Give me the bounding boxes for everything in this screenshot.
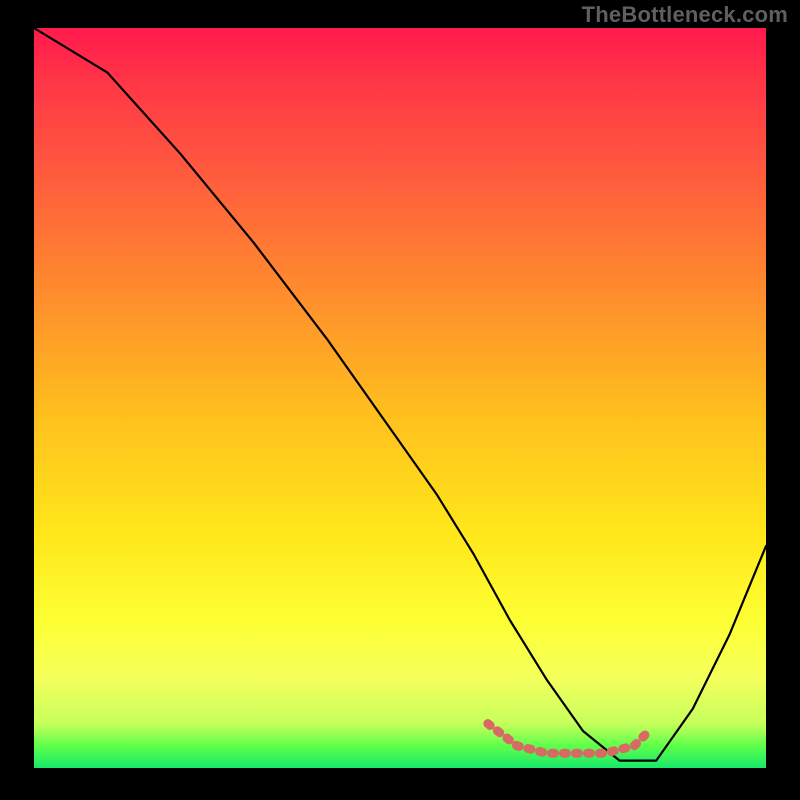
optimal-band-path [488,724,649,754]
watermark-text: TheBottleneck.com [582,2,788,28]
curve-overlay [34,28,766,768]
plot-area [34,28,766,768]
bottleneck-curve-path [34,28,766,761]
chart-frame: TheBottleneck.com [0,0,800,800]
